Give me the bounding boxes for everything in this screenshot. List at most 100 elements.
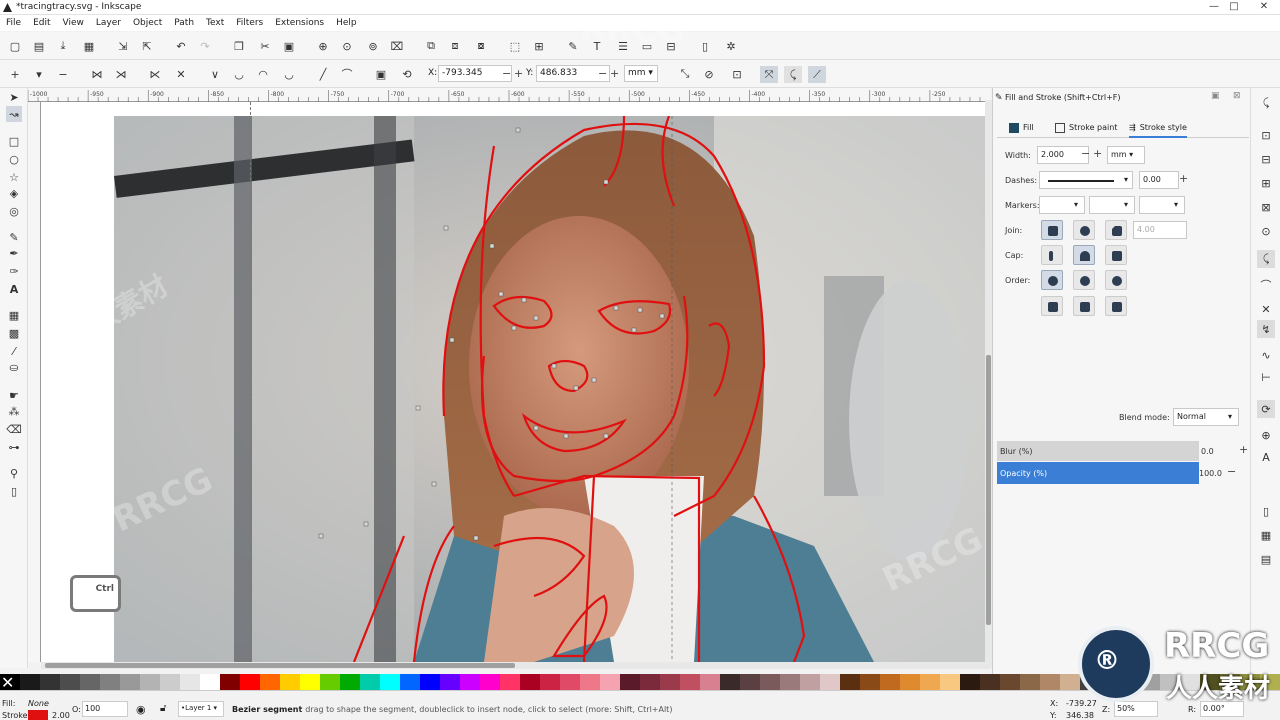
snap-bbox-icon[interactable]: ⊡ (1259, 128, 1273, 142)
ellipse-tool-icon[interactable]: ○ (7, 152, 21, 166)
export-icon[interactable]: ⇱ (140, 39, 154, 53)
symmetric-node-icon[interactable]: ◠ (256, 67, 270, 81)
save-icon[interactable]: ⤓ (56, 39, 70, 53)
menu-text[interactable]: Text (206, 18, 224, 28)
opacity-value[interactable]: 100.0 (1199, 469, 1222, 478)
line-segment-icon[interactable]: ╱ (316, 67, 330, 81)
stroke-width-value[interactable]: 2.00 (52, 711, 70, 720)
palette-swatch[interactable] (220, 674, 241, 690)
spiral-tool-icon[interactable]: ◎ (7, 204, 21, 218)
palette-swatch[interactable] (180, 674, 201, 690)
palette-swatch[interactable] (580, 674, 601, 690)
palette-swatch[interactable] (340, 674, 361, 690)
paste-icon[interactable]: ▣ (282, 39, 296, 53)
snap-centers-icon[interactable]: ⟳ (1257, 400, 1275, 418)
mid-marker-select[interactable]: ▾ (1089, 196, 1135, 214)
calligraphy-tool-icon[interactable]: ✑ (7, 264, 21, 278)
delete-node-icon[interactable]: − (56, 67, 70, 81)
snap-paths-icon[interactable]: ⟋ (808, 66, 826, 83)
tab-fill[interactable]: Fill (1009, 118, 1034, 138)
redo-icon[interactable]: ↷ (198, 39, 212, 53)
palette-swatch[interactable] (200, 674, 221, 690)
palette-swatch[interactable] (720, 674, 741, 690)
unlink-clone-icon[interactable]: ⧇ (474, 39, 488, 53)
drawing-canvas[interactable] (41, 102, 990, 662)
palette-swatch[interactable] (680, 674, 701, 690)
close-button[interactable]: ✕ (1258, 1, 1270, 13)
palette-swatch[interactable] (40, 674, 61, 690)
delete-segment-icon[interactable]: ✕ (174, 67, 188, 81)
miter-limit-input[interactable]: 4.00 (1133, 221, 1187, 239)
palette-swatch[interactable] (140, 674, 161, 690)
palette-swatch[interactable] (60, 674, 81, 690)
join-segment-icon[interactable]: ⋉ (148, 67, 162, 81)
order-markers-stroke-button[interactable] (1041, 296, 1063, 316)
cut-icon[interactable]: ✂ (258, 39, 272, 53)
palette-swatch[interactable] (600, 674, 621, 690)
end-marker-select[interactable]: ▾ (1139, 196, 1185, 214)
snap-guide-icon[interactable]: ▤ (1259, 552, 1273, 566)
palette-swatch[interactable] (240, 674, 261, 690)
panel-menu-icon[interactable]: ▣ (1211, 91, 1220, 101)
menu-extensions[interactable]: Extensions (275, 18, 324, 28)
palette-swatch[interactable] (780, 674, 801, 690)
blur-slider[interactable]: Blur (%) (997, 441, 1199, 461)
snap-midpoints-icon[interactable]: ⊢ (1259, 370, 1273, 384)
palette-swatch[interactable] (160, 674, 181, 690)
palette-swatch[interactable] (800, 674, 821, 690)
dash-offset-input[interactable]: 0.00 (1139, 171, 1179, 189)
panel-close-icon[interactable]: ⊠ (1233, 91, 1241, 101)
show-transform-handles-icon[interactable]: ⤡ (678, 67, 692, 81)
menu-filters[interactable]: Filters (236, 18, 263, 28)
y-decrement-button[interactable]: − (598, 67, 607, 80)
width-decrement-button[interactable]: − (1081, 147, 1090, 160)
palette-swatch[interactable] (740, 674, 761, 690)
order-fill-markers-button[interactable] (1105, 270, 1127, 290)
new-document-icon[interactable]: ▢ (8, 39, 22, 53)
zoom-tool-icon[interactable]: ⚲ (7, 466, 21, 480)
palette-swatch[interactable] (860, 674, 881, 690)
snap-smooth-icon[interactable]: ∿ (1259, 348, 1273, 362)
snap-global-icon[interactable]: ⤹ (1259, 96, 1273, 110)
palette-swatch[interactable] (260, 674, 281, 690)
layer-select[interactable]: •Layer 1 ▾ (178, 701, 224, 717)
dash-pattern-select[interactable]: ▾ (1039, 171, 1133, 189)
palette-swatch[interactable] (960, 674, 981, 690)
rectangle-tool-icon[interactable]: □ (7, 134, 21, 148)
blend-mode-select[interactable]: Normal ▾ (1173, 408, 1239, 426)
snap-text-baseline-icon[interactable]: A (1259, 450, 1273, 464)
objects-icon[interactable]: ▭ (640, 39, 654, 53)
unit-select[interactable]: mm ▾ (624, 65, 658, 82)
snap-toggle-icon[interactable]: ⤧ (760, 66, 778, 83)
palette-swatch[interactable] (1000, 674, 1021, 690)
palette-swatch[interactable] (540, 674, 561, 690)
join-bevel-button[interactable] (1105, 220, 1127, 240)
join-miter-button[interactable] (1041, 220, 1063, 240)
paint-bucket-tool-icon[interactable]: ⛀ (7, 360, 21, 374)
snap-bbox-corner-icon[interactable]: ⊞ (1259, 176, 1273, 190)
join-round-button[interactable] (1073, 220, 1095, 240)
x-decrement-button[interactable]: − (502, 67, 511, 80)
object-to-path-icon[interactable]: ▣ (374, 67, 388, 81)
measure-tool-icon[interactable]: ▯ (7, 484, 21, 498)
horizontal-scrollbar[interactable] (41, 662, 990, 669)
insert-dropdown-icon[interactable]: ▾ (32, 67, 46, 81)
snap-nodes-icon[interactable]: ⤹ (784, 66, 802, 83)
snap-intersections-icon[interactable]: ✕ (1259, 302, 1273, 316)
menu-edit[interactable]: Edit (33, 18, 50, 28)
snap-grid-icon[interactable]: ▦ (1259, 528, 1273, 542)
align-icon[interactable]: ⊟ (664, 39, 678, 53)
x-coordinate-input[interactable]: -793.345 (438, 65, 512, 82)
palette-swatch[interactable] (900, 674, 921, 690)
tweak-tool-icon[interactable]: ☛ (7, 388, 21, 402)
vertical-scrollbar[interactable] (985, 100, 992, 668)
palette-swatch[interactable] (20, 674, 41, 690)
opacity-status-input[interactable]: 100 (82, 701, 128, 717)
copy-icon[interactable]: ❐ (232, 39, 246, 53)
preferences-icon[interactable]: ✲ (724, 39, 738, 53)
cusp-node-icon[interactable]: ∨ (208, 67, 222, 81)
smooth-node-icon[interactable]: ◡ (232, 67, 246, 81)
palette-swatch[interactable] (520, 674, 541, 690)
snap-nodes-toggle-icon[interactable]: ⤹ (1257, 250, 1275, 268)
spray-tool-icon[interactable]: ⁂ (7, 404, 21, 418)
